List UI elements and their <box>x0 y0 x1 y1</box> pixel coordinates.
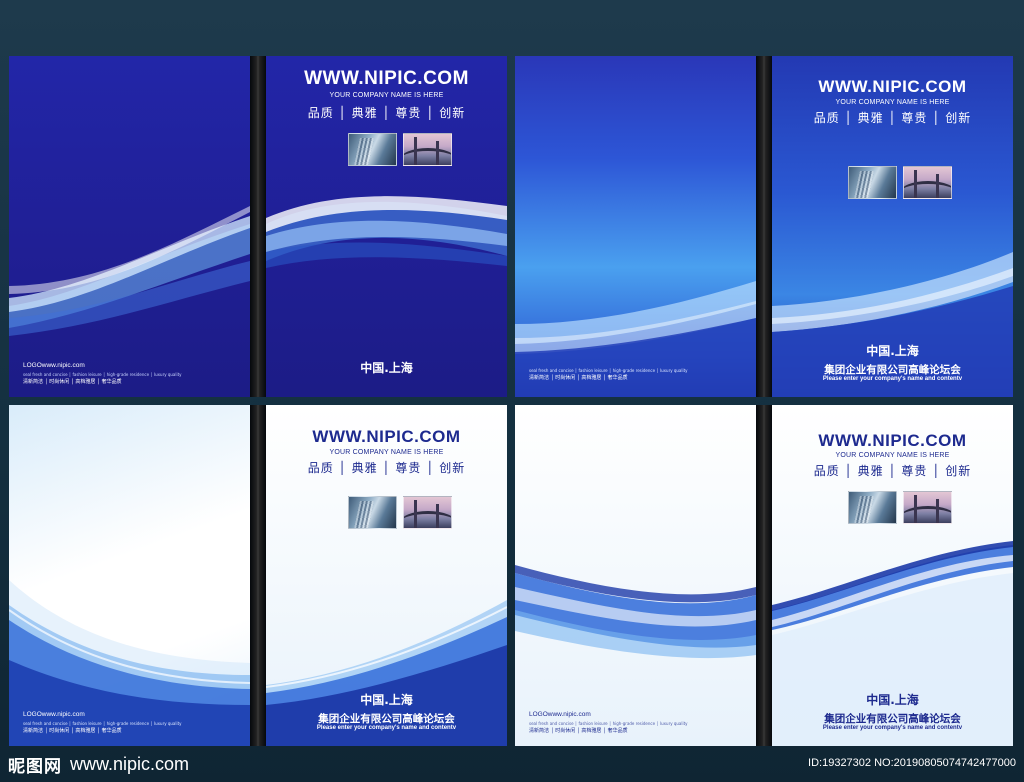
site-watermark: 昵图网 www.nipic.com <box>8 752 190 777</box>
enter-company-text: Please enter your company's name and con… <box>822 725 963 731</box>
company-name-cn: 集团企业有限公司高峰论坛会 <box>824 364 961 376</box>
back-cover-page: LOGOwww.nipic.com seal fresh and concise… <box>515 405 756 746</box>
back-cover-page: seal fresh and concise │ fashion leisure… <box>515 56 756 397</box>
building-photo <box>848 491 897 524</box>
building-photo <box>348 133 397 166</box>
logo-text: LOGOwww.nipic.com <box>23 362 85 369</box>
front-cover-page: WWW.NIPIC.COM YOUR COMPANY NAME IS HERE … <box>266 405 507 746</box>
features-text: 清新简洁 │ 时尚休闲 │ 高档雅居 │ 奢华品质 <box>23 379 122 385</box>
company-name-cn: 集团企业有限公司高峰论坛会 <box>824 713 961 725</box>
wave-graphic <box>515 565 756 659</box>
features-text: 清新简洁 │ 时尚休闲 │ 高档雅居 │ 奢华品质 <box>529 375 628 381</box>
logo-text: LOGOwww.nipic.com <box>23 711 85 718</box>
bridge-photo <box>903 491 952 524</box>
photo-strip <box>348 133 452 166</box>
company-name-cn: 集团企业有限公司高峰论坛会 <box>318 713 455 725</box>
website-title: WWW.NIPIC.COM <box>312 427 461 446</box>
spine <box>756 405 772 746</box>
cover-spread-3[interactable]: LOGOwww.nipic.com seal fresh and concise… <box>9 405 507 746</box>
company-name-en: YOUR COMPANY NAME IS HERE <box>835 452 950 459</box>
slogan: 品质 │ 典雅 │ 尊贵 │ 创新 <box>307 461 466 475</box>
features-text: 清新简洁 │ 时尚休闲 │ 高档雅居 │ 奢华品质 <box>23 728 122 734</box>
city-title: 中国.上海 <box>360 361 413 375</box>
watermark-id: ID:19327302 NO:20190805074742477000 <box>808 757 1016 769</box>
company-name-en: YOUR COMPANY NAME IS HERE <box>835 99 950 106</box>
photo-strip <box>848 491 952 524</box>
slogan: 品质 │ 典雅 │ 尊贵 │ 创新 <box>813 464 972 478</box>
spine <box>250 56 266 397</box>
city-title: 中国.上海 <box>866 693 919 707</box>
slogan: 品质 │ 典雅 │ 尊贵 │ 创新 <box>307 106 466 120</box>
features-text: 清新简洁 │ 时尚休闲 │ 高档雅居 │ 奢华品质 <box>529 728 628 734</box>
photo-strip <box>848 166 952 199</box>
cover-spread-2[interactable]: seal fresh and concise │ fashion leisure… <box>515 56 1013 397</box>
website-title: WWW.NIPIC.COM <box>818 77 967 96</box>
cover-spread-1[interactable]: LOGOwww.nipic.com seal fresh and concise… <box>9 56 507 397</box>
city-title: 中国.上海 <box>360 693 413 707</box>
fine-print: seal fresh and concise │ fashion leisure… <box>23 372 182 377</box>
spine <box>756 56 772 397</box>
wave-graphic <box>515 281 756 397</box>
building-photo <box>848 166 897 199</box>
back-cover-page: LOGOwww.nipic.com seal fresh and concise… <box>9 405 250 746</box>
front-cover-page: WWW.NIPIC.COM YOUR COMPANY NAME IS HERE … <box>266 56 507 397</box>
photo-strip <box>348 496 452 529</box>
bridge-photo <box>403 496 452 529</box>
website-title: WWW.NIPIC.COM <box>818 431 967 450</box>
watermark-site-url: www.nipic.com <box>70 753 190 774</box>
fine-print: seal fresh and concise │ fashion leisure… <box>529 368 688 373</box>
spine <box>250 405 266 746</box>
company-name-en: YOUR COMPANY NAME IS HERE <box>329 92 444 99</box>
slogan: 品质 │ 典雅 │ 尊贵 │ 创新 <box>813 111 972 125</box>
bridge-photo <box>903 166 952 199</box>
cover-spread-4[interactable]: LOGOwww.nipic.com seal fresh and concise… <box>515 405 1013 746</box>
wave-graphic <box>9 580 250 746</box>
bridge-photo <box>403 133 452 166</box>
logo-text: LOGOwww.nipic.com <box>529 711 591 718</box>
fine-print: seal fresh and concise │ fashion leisure… <box>529 721 688 726</box>
enter-company-text: Please enter your company's name and con… <box>822 376 963 382</box>
front-cover-page: WWW.NIPIC.COM YOUR COMPANY NAME IS HERE … <box>772 405 1013 746</box>
enter-company-text: Please enter your company's name and con… <box>316 725 457 731</box>
back-cover-page: LOGOwww.nipic.com seal fresh and concise… <box>9 56 250 397</box>
watermark-site-name: 昵图网 <box>8 756 62 777</box>
fine-print: seal fresh and concise │ fashion leisure… <box>23 721 182 726</box>
city-title: 中国.上海 <box>866 344 919 358</box>
building-photo <box>348 496 397 529</box>
front-cover-page: WWW.NIPIC.COM YOUR COMPANY NAME IS HERE … <box>772 56 1013 397</box>
wave-graphic <box>9 206 250 336</box>
website-title: WWW.NIPIC.COM <box>304 68 469 89</box>
company-name-en: YOUR COMPANY NAME IS HERE <box>329 449 444 456</box>
